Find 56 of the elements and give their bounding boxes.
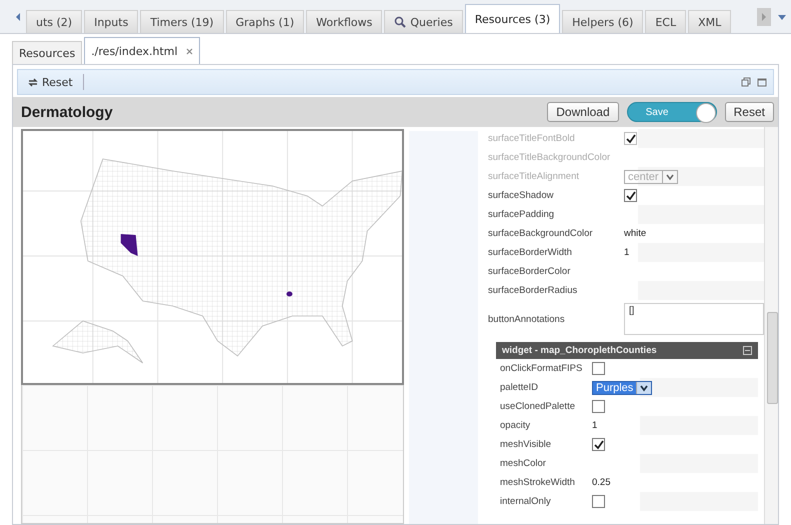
tab[interactable]: Workflows bbox=[306, 10, 382, 33]
maximize-icon[interactable] bbox=[757, 77, 767, 87]
property-label: surfacePadding bbox=[487, 209, 556, 220]
tab[interactable]: XML bbox=[688, 10, 732, 33]
property-value: 1 bbox=[624, 247, 630, 258]
property-label: surfaceShadow bbox=[487, 190, 554, 201]
scroll-right-icon[interactable] bbox=[757, 8, 771, 26]
tab[interactable]: Timers (19) bbox=[140, 10, 224, 33]
property-label: meshColor bbox=[499, 458, 547, 469]
tab[interactable]: Resources bbox=[12, 41, 82, 64]
tab[interactable]: Queries bbox=[384, 10, 463, 33]
checkbox[interactable] bbox=[624, 189, 637, 202]
text-area[interactable]: [] bbox=[624, 303, 764, 335]
dashboard-title: Dermatology bbox=[21, 104, 113, 120]
property-label: paletteID bbox=[499, 382, 540, 393]
checkbox[interactable] bbox=[592, 400, 605, 413]
property-label: opacity bbox=[499, 420, 532, 431]
property-label: buttonAnnotations bbox=[487, 314, 566, 324]
reset-button[interactable]: Reset bbox=[724, 102, 774, 122]
refresh-icon bbox=[28, 76, 38, 88]
property-value: 1 bbox=[592, 420, 598, 431]
property-label: surfaceBorderColor bbox=[487, 266, 572, 277]
chevron-down-icon[interactable] bbox=[636, 382, 652, 394]
search-icon bbox=[394, 16, 406, 28]
tab[interactable]: Helpers (6) bbox=[562, 10, 644, 33]
property-label: internalOnly bbox=[499, 496, 552, 507]
property-value: white bbox=[624, 228, 646, 239]
scroll-left-icon[interactable] bbox=[14, 12, 22, 22]
property-label: surfaceBorderRadius bbox=[487, 285, 578, 296]
tab[interactable]: ECL bbox=[645, 10, 686, 33]
scrollbar[interactable] bbox=[764, 127, 778, 524]
property-label: onClickFormatFIPS bbox=[499, 363, 584, 374]
tab[interactable]: Graphs (1) bbox=[226, 10, 304, 33]
property-label: surfaceTitleBackgroundColor bbox=[487, 152, 612, 163]
property-label: meshVisible bbox=[499, 439, 552, 450]
close-icon[interactable] bbox=[186, 48, 193, 54]
download-button[interactable]: Download bbox=[547, 102, 619, 122]
checkbox[interactable] bbox=[592, 362, 605, 375]
property-label: surfaceBorderWidth bbox=[487, 247, 573, 258]
property-label: surfaceTitleFontBold bbox=[487, 133, 576, 144]
tab[interactable]: ./res/index.html bbox=[84, 37, 200, 64]
property-label: surfaceBackgroundColor bbox=[487, 228, 594, 239]
property-label: meshStrokeWidth bbox=[499, 477, 576, 488]
widget-title: widget - map_ChoroplethCounties bbox=[502, 345, 657, 356]
restore-icon[interactable] bbox=[741, 77, 751, 87]
property-label: useClonedPalette bbox=[499, 401, 576, 412]
checkbox[interactable] bbox=[592, 495, 605, 508]
tab[interactable]: Resources (3) bbox=[464, 4, 560, 33]
select-field[interactable]: Purples bbox=[592, 380, 652, 394]
property-value: 0.25 bbox=[592, 477, 610, 488]
checkbox[interactable] bbox=[592, 438, 605, 451]
property-label: surfaceTitleAlignment bbox=[487, 171, 580, 182]
tab[interactable]: Inputs bbox=[84, 10, 138, 33]
tab[interactable]: uts (2) bbox=[26, 10, 82, 33]
collapse-icon[interactable] bbox=[743, 346, 752, 355]
reset-button[interactable]: Reset bbox=[24, 74, 77, 90]
